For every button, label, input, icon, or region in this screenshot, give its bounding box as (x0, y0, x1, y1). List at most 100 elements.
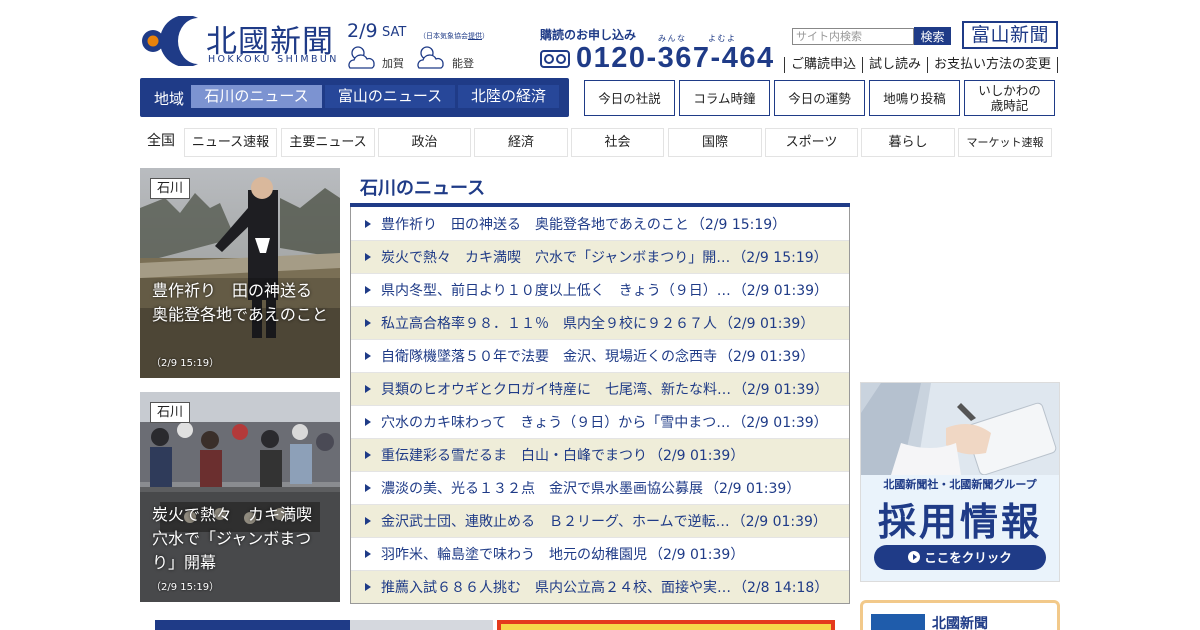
tab-hokuriku-economy[interactable]: 北陸の経済 (458, 85, 559, 108)
free-dial-icon (540, 50, 570, 68)
bullet-arrow-icon (365, 484, 371, 492)
news-title[interactable]: 羽咋米、輪島塗で味わう 地元の幼稚園児 (381, 544, 647, 564)
news-list-item[interactable]: 金沢武士団、連敗止める Ｂ２リーグ、ホームで逆転… （2/9 01:39） (351, 504, 849, 537)
news-date: （2/9 15:19） (732, 250, 828, 266)
news-date: （2/9 01:39） (719, 316, 815, 332)
weather-area-noto: 能登 (452, 57, 474, 70)
column-jisho-link[interactable]: コラム時鐘 (679, 80, 770, 116)
category-international[interactable]: 国際 (668, 128, 762, 157)
category-politics[interactable]: 政治 (378, 128, 471, 157)
news-date: （2/9 01:39） (732, 415, 828, 431)
feature-card[interactable]: 石川 炭火で熱々 カキ満喫 穴水で「ジャンボまつ り」開幕 （2/9 15:19） (140, 392, 340, 602)
bottom-banner-right[interactable] (497, 620, 835, 630)
news-list-item[interactable]: 推薦入試６８６人挑む 県内公立高２４校、面接や実… （2/8 14:18） (351, 570, 849, 603)
trial-read-link[interactable]: 試し読み (862, 57, 927, 73)
category-society[interactable]: 社会 (571, 128, 664, 157)
tab-ishikawa-news[interactable]: 石川のニュース (191, 85, 322, 108)
hokkoku-logo[interactable]: 北國新聞 HOKKOKU SHIMBUN (140, 16, 340, 66)
bullet-arrow-icon (365, 319, 371, 327)
category-sports[interactable]: スポーツ (765, 128, 858, 157)
news-list-item[interactable]: 豊作祈り 田の神送る 奥能登各地であえのこと （2/9 15:19） (351, 207, 849, 240)
weather-source-link[interactable]: 提供 (468, 32, 482, 40)
banner-yellow-strip (501, 624, 831, 630)
feature-tag: 石川 (150, 402, 191, 423)
phone-ruby-minna: みんな (658, 34, 687, 43)
bullet-arrow-icon (365, 418, 371, 426)
editorial-link[interactable]: 今日の社説 (584, 80, 675, 116)
phone-ruby-yomuyo: よむよ (708, 34, 737, 43)
subscribe-title: 購読のお申し込み (540, 28, 637, 42)
cloud-sun-icon (417, 46, 444, 69)
news-date: （2/9 01:39） (732, 283, 829, 299)
bullet-arrow-icon (365, 583, 371, 591)
category-economy[interactable]: 経済 (474, 128, 568, 157)
play-arrow-icon (908, 551, 921, 563)
news-title[interactable]: 重伝建彩る雪だるま 白山・白峰でまつり (381, 445, 647, 465)
reader-posts-link[interactable]: 地鳴り投稿 (869, 80, 960, 116)
category-main-news[interactable]: 主要ニュース (281, 128, 375, 157)
subscribe-apply-link[interactable]: ご購読申込 (784, 57, 862, 73)
category-breaking-news[interactable]: ニュース速報 (184, 128, 277, 157)
fortune-link[interactable]: 今日の運勢 (774, 80, 865, 116)
news-title[interactable]: 推薦入試６８６人挑む 県内公立高２４校、面接や実… (381, 577, 731, 597)
feature-time: （2/9 15:19） (151, 358, 220, 369)
news-date: （2/9 01:39） (719, 349, 815, 365)
site-search-input[interactable] (792, 28, 914, 45)
header-links: ご購読申込 試し読み お支払い方法の変更 (784, 57, 1059, 73)
recruit-button-label: ここをクリック (924, 550, 1012, 565)
news-list-item[interactable]: 貝類のヒオウギとクロガイ特産に 七尾湾、新たな料… （2/9 01:39） (351, 372, 849, 405)
news-title[interactable]: 貝類のヒオウギとクロガイ特産に 七尾湾、新たな料… (381, 379, 731, 399)
news-title[interactable]: 穴水のカキ味わって きょう（９日）から「雪中まつ… (381, 412, 730, 432)
category-lifestyle[interactable]: 暮らし (861, 128, 955, 157)
feature-caption: 豊作祈り 田の神送る 奥能登各地であえのこと (152, 281, 328, 324)
saijiki-line-1: いしかわの 歳時記 (978, 83, 1041, 113)
feature-time: （2/9 15:19） (151, 582, 220, 593)
news-title[interactable]: 濃淡の美、光る１３２点 金沢で県水墨画協公募展 (381, 478, 703, 498)
news-list-item[interactable]: 穴水のカキ味わって きょう（９日）から「雪中まつ… （2/9 01:39） (351, 405, 849, 438)
news-date: （2/9 01:39） (731, 514, 827, 530)
news-list-item[interactable]: 自衛隊機墜落５０年で法要 金沢、現場近くの念西寺 （2/9 01:39） (351, 339, 849, 372)
payment-change-link[interactable]: お支払い方法の変更 (927, 57, 1059, 73)
bullet-arrow-icon (365, 517, 371, 525)
news-list-item[interactable]: 濃淡の美、光る１３２点 金沢で県水墨画協公募展 （2/9 01:39） (351, 471, 849, 504)
phone-number: 0120-367-464 (576, 42, 775, 74)
news-list-item[interactable]: 炭火で熱々 カキ満喫 穴水で「ジャンボまつり」開… （2/9 15:19） (351, 240, 849, 273)
weather-source: （日本気象協会提供） (419, 31, 489, 41)
news-title[interactable]: 炭火で熱々 カキ満喫 穴水で「ジャンボまつり」開… (381, 247, 730, 267)
toyama-shimbun-link[interactable]: 富山新聞 (962, 21, 1058, 49)
bullet-arrow-icon (365, 286, 371, 294)
recruit-photo (861, 383, 1059, 475)
banner-photo-strip (350, 620, 493, 630)
news-date: （2/9 01:39） (649, 547, 745, 563)
recruit-banner[interactable]: 北國新聞社・北國新聞グループ 採用情報 ここをクリック (860, 382, 1060, 582)
news-title[interactable]: 自衛隊機墜落５０年で法要 金沢、現場近くの念西寺 (381, 346, 717, 366)
news-title[interactable]: 豊作祈り 田の神送る 奥能登各地であえのこと (381, 214, 689, 234)
feature-card[interactable]: 石川 豊作祈り 田の神送る 奥能登各地であえのこと （2/9 15:19） (140, 168, 340, 378)
recruit-group: 北國新聞社・北國新聞グループ (883, 478, 1037, 491)
tab-toyama-news[interactable]: 富山のニュース (325, 85, 455, 108)
bullet-arrow-icon (365, 253, 371, 261)
news-title[interactable]: 県内冬型、前日より１０度以上低く きょう（９日）… (381, 280, 731, 300)
category-national[interactable]: 全国 (140, 128, 182, 157)
bottom-banner-left[interactable] (155, 620, 493, 630)
weather-source-prefix: （日本気象協会 (419, 32, 468, 40)
feature-photo-aenokoto (140, 168, 340, 378)
news-list-item[interactable]: 羽咋米、輪島塗で味わう 地元の幼稚園児 （2/9 01:39） (351, 537, 849, 570)
hokkoku-paper-box[interactable]: 北國新聞 (860, 600, 1060, 630)
news-title[interactable]: 私立高合格率９８．１１％ 県内全９校に９２６７人 (381, 313, 717, 333)
news-list-item[interactable]: 私立高合格率９８．１１％ 県内全９校に９２６７人 （2/9 01:39） (351, 306, 849, 339)
ishikawa-saijiki-link[interactable]: いしかわの 歳時記 (964, 80, 1055, 116)
news-date: （2/8 14:18） (733, 580, 829, 596)
logo-subtext: HOKKOKU SHIMBUN (208, 54, 339, 65)
category-nav: 全国 ニュース速報 主要ニュース 政治 経済 社会 国際 スポーツ 暮らし マー… (140, 128, 1060, 157)
news-title[interactable]: 金沢武士団、連敗止める Ｂ２リーグ、ホームで逆転… (381, 511, 730, 531)
weather-area-kaga: 加賀 (382, 57, 404, 70)
recruit-click-button[interactable]: ここをクリック (874, 545, 1046, 570)
news-list-item[interactable]: 重伝建彩る雪だるま 白山・白峰でまつり （2/9 01:39） (351, 438, 849, 471)
news-list-item[interactable]: 県内冬型、前日より１０度以上低く きょう（９日）… （2/9 01:39） (351, 273, 849, 306)
region-nav: 地域 石川のニュース 富山のニュース 北陸の経済 (140, 78, 569, 117)
search-button[interactable]: 検索 (914, 27, 951, 45)
category-market-news[interactable]: マーケット速報 (958, 128, 1052, 157)
news-list: 豊作祈り 田の神送る 奥能登各地であえのこと （2/9 15:19） 炭火で熱々 カ… (350, 207, 850, 604)
subscribe-phone[interactable]: 0120-367-464 (540, 42, 780, 74)
